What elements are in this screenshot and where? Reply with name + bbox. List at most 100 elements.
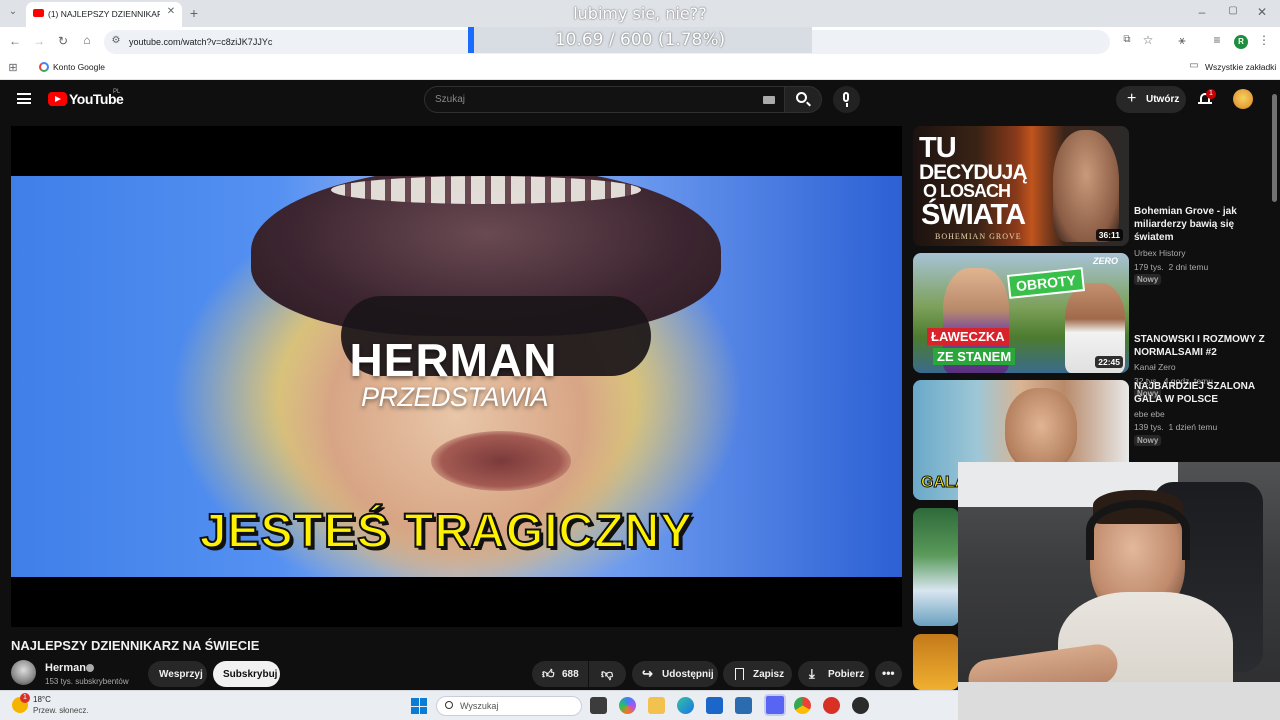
download-button[interactable]: ⤓ Pobierz [798, 661, 869, 687]
download-icon: ⤓ [809, 666, 815, 681]
keyboard-icon[interactable] [763, 96, 775, 104]
rec-thumbnail-2[interactable]: OBROTY ŁAWECZKA ZE STANEM ZERO 22:45 [913, 253, 1129, 373]
headphones-shape [1086, 500, 1190, 560]
apps-grid-icon[interactable]: ⊞ [7, 61, 19, 74]
taskbar-search-input[interactable]: Wyszukaj [460, 701, 498, 711]
new-tab-icon[interactable]: + [187, 5, 201, 21]
create-label: Utwórz [1146, 94, 1180, 105]
minimize-icon[interactable]: – [1195, 5, 1209, 19]
lips-shape [431, 431, 571, 491]
google-logo-icon [39, 62, 49, 72]
share-icon: ↪ [642, 666, 653, 681]
search-box[interactable]: Szukaj [424, 86, 786, 113]
task-view-icon[interactable] [590, 697, 607, 714]
search-icon [796, 92, 807, 103]
install-app-icon[interactable]: ⧉ [1120, 34, 1134, 45]
thumbs-up-icon: 👍︎ [542, 667, 555, 681]
app-red-icon[interactable] [823, 697, 840, 714]
more-actions-button[interactable]: ••• [875, 661, 902, 687]
forward-icon[interactable]: → [32, 34, 46, 48]
subscribe-label: Subskrybuj [223, 669, 278, 680]
rec-age-1: 2 dni temu [1168, 262, 1209, 272]
home-icon[interactable]: ⌂ [80, 33, 94, 47]
microphone-icon [843, 92, 849, 102]
hamburger-menu-icon[interactable] [17, 93, 31, 104]
channel-name[interactable]: Herman [45, 662, 86, 674]
rec-thumbnail-4[interactable] [913, 508, 959, 626]
create-button[interactable]: + Utwórz [1116, 86, 1186, 113]
video-frame[interactable]: HERMAN PRZEDSTAWIA JESTEŚ TRAGICZNY [11, 176, 902, 577]
video-player[interactable]: HERMAN PRZEDSTAWIA JESTEŚ TRAGICZNY [11, 126, 902, 627]
account-avatar[interactable] [1233, 89, 1253, 109]
rec-channel-1[interactable]: Urbex History [1134, 248, 1185, 258]
taskbar-search[interactable]: Wyszukaj [436, 696, 582, 716]
page-scrollbar[interactable] [1272, 94, 1277, 202]
thumb-text-laweczka: ŁAWECZKA [927, 328, 1009, 345]
url-text[interactable]: youtube.com/watch?v=c8ziJK7JJYc [129, 37, 272, 47]
weather-temp[interactable]: 18°C [33, 695, 51, 704]
close-tab-icon[interactable]: ✕ [164, 6, 178, 17]
weather-desc: Przew. słonecz. [33, 706, 89, 715]
thumbs-down-icon: 👎︎ [601, 667, 614, 681]
thumb-channel-logo: ZERO [1093, 256, 1119, 266]
thumb-face [1053, 130, 1119, 242]
maximize-icon[interactable]: ▢ [1226, 5, 1240, 16]
rec-channel-2[interactable]: Kanał Zero [1134, 362, 1176, 372]
notification-count-badge: 1 [1206, 89, 1216, 99]
menu-dots-icon[interactable]: ⋮ [1258, 33, 1270, 47]
store-icon[interactable] [735, 697, 752, 714]
verified-icon [86, 664, 94, 672]
tab-search-icon[interactable]: ⌄ [5, 6, 21, 22]
profile-avatar[interactable]: R [1234, 35, 1248, 49]
search-button[interactable] [784, 86, 822, 113]
support-label: Wesprzyj [159, 669, 203, 680]
rec-title-1[interactable]: Bohemian Grove - jak miliarderzy bawią s… [1134, 205, 1269, 244]
thumb-text-ze-stanem: ZE STANEM [933, 348, 1016, 365]
app-dark-icon[interactable] [852, 697, 869, 714]
site-info-icon[interactable]: ⚙ [110, 35, 122, 46]
rec-views-1: 179 tys. [1134, 262, 1164, 272]
download-label: Pobierz [828, 669, 865, 680]
video-title: NAJLEPSZY DZIENNIKARZ NA ŚWIECIE [11, 638, 260, 653]
plus-icon: + [1127, 90, 1137, 107]
bookmark-konto-google[interactable]: Konto Google [53, 62, 105, 72]
new-badge: Nowy [1134, 274, 1162, 285]
rec-stats-1: 179 tys. 2 dni temu [1134, 262, 1208, 272]
discord-icon[interactable] [764, 694, 786, 716]
webcam-feed [958, 462, 1280, 720]
support-button[interactable]: Wesprzyj [148, 661, 207, 687]
browser-tab[interactable]: (1) NAJLEPSZY DZIENNIKARZ N ✕ [26, 2, 182, 27]
share-button[interactable]: ↪ Udostępnij [632, 661, 718, 687]
rec-thumbnail-5[interactable] [913, 634, 959, 690]
save-button[interactable]: Zapisz [723, 661, 792, 687]
reload-icon[interactable]: ↻ [56, 34, 70, 48]
channel-avatar[interactable] [11, 660, 36, 685]
dislike-button[interactable]: 👎︎ [589, 661, 626, 687]
region-code: PL [113, 89, 121, 95]
close-window-icon[interactable]: ✕ [1255, 5, 1269, 19]
bookmark-star-icon[interactable]: ☆ [1141, 33, 1155, 47]
rec-thumbnail-1[interactable]: TU DECYDUJĄ O LOSACH ŚWIATA BOHEMIAN GRO… [913, 126, 1129, 246]
all-bookmarks-link[interactable]: Wszystkie zakładki [1205, 62, 1276, 72]
chrome-icon[interactable] [794, 697, 811, 714]
subscribe-button[interactable]: Subskrybuj [213, 661, 280, 687]
extensions-icon[interactable]: ⚹ [1175, 33, 1189, 48]
reading-list-icon[interactable]: ≡ [1210, 33, 1224, 47]
video-duration: 36:11 [1095, 229, 1123, 241]
overlay-goal-progress: 10.69 / 600 (1.78%) [554, 30, 726, 50]
rec-channel-3[interactable]: ebe ebe [1134, 409, 1165, 419]
outlook-icon[interactable] [706, 697, 723, 714]
youtube-logo-icon[interactable] [48, 92, 67, 106]
file-explorer-icon[interactable] [648, 697, 665, 714]
voice-search-button[interactable] [833, 86, 860, 113]
windows-start-icon[interactable] [411, 698, 427, 714]
rec-title-3[interactable]: NAJBARDZIEJ SZALONA GALA W POLSCE [1134, 380, 1269, 406]
like-button[interactable]: 👍︎ 688 [532, 661, 588, 687]
edge-icon[interactable] [677, 697, 694, 714]
rec-age-3: 1 dzień temu [1168, 422, 1218, 432]
back-icon[interactable]: ← [8, 34, 22, 48]
overlay-message: lubimy sie, nie?? [573, 4, 707, 23]
rec-title-2[interactable]: STANOWSKI I ROZMOWY Z NORMALSAMI #2 [1134, 333, 1269, 359]
copilot-icon[interactable] [619, 697, 636, 714]
search-input[interactable]: Szukaj [435, 94, 465, 105]
